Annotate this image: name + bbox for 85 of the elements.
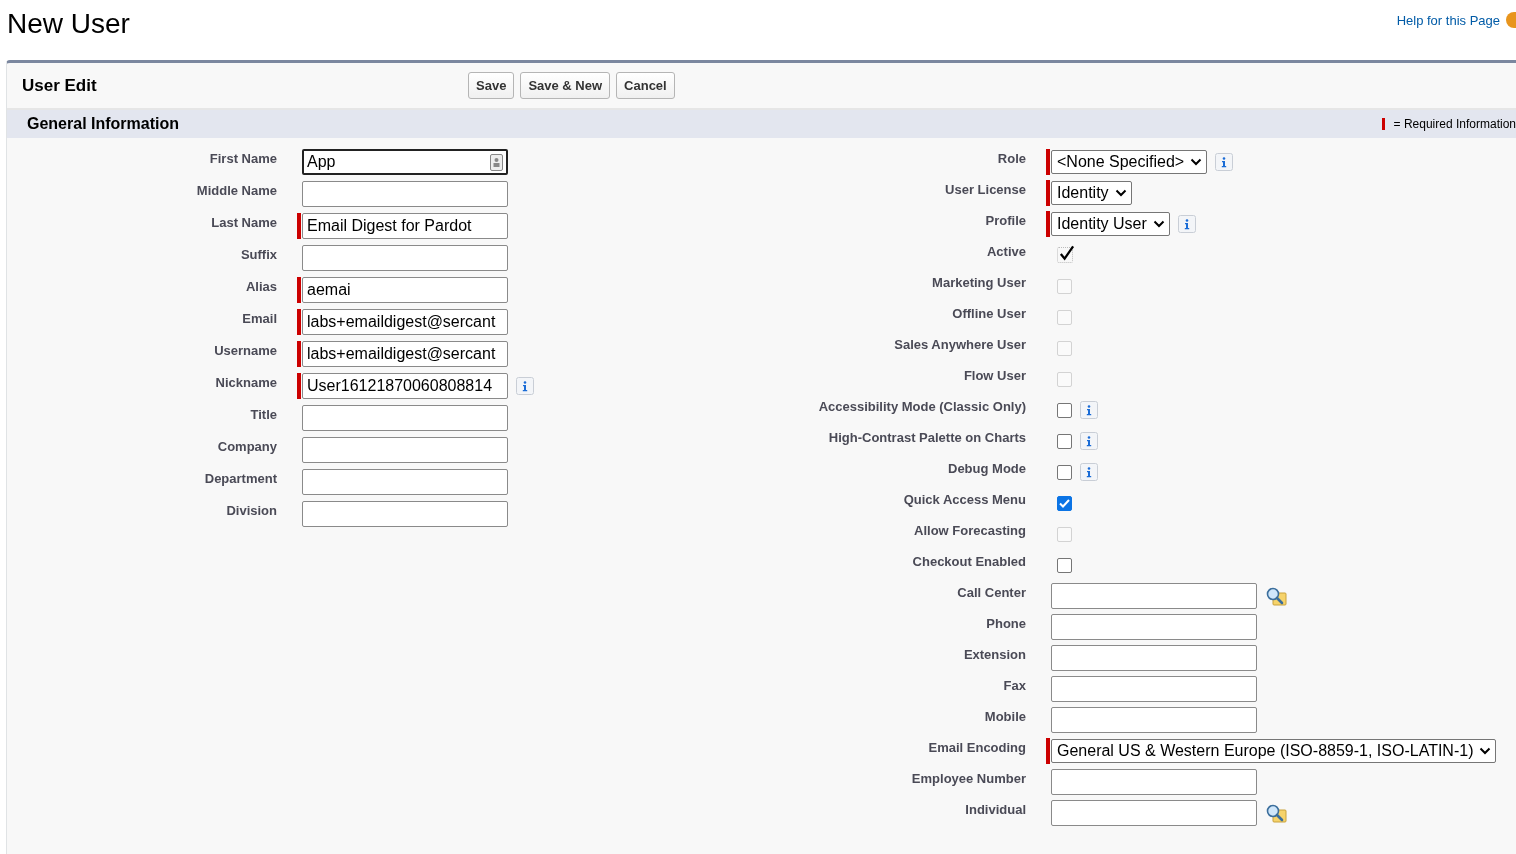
page-title: New User — [7, 8, 130, 40]
field-label: Division — [225, 502, 277, 518]
text-field[interactable] — [302, 469, 508, 495]
info-icon[interactable] — [1080, 401, 1098, 419]
info-icon[interactable] — [1080, 463, 1098, 481]
help-link[interactable]: Help for this Page — [1396, 12, 1500, 28]
text-field[interactable]: aemai — [302, 277, 508, 303]
text-field[interactable]: App — [302, 149, 508, 175]
chevron-icon — [1114, 189, 1127, 197]
dropdown[interactable]: Identity — [1051, 181, 1132, 205]
field-label: Email — [241, 310, 277, 326]
field-label: Username — [213, 342, 277, 358]
chevron-icon — [1479, 747, 1492, 755]
action-button[interactable]: Cancel — [616, 72, 675, 99]
checkbox[interactable] — [1057, 402, 1072, 418]
field-label: User License — [944, 181, 1026, 197]
field-label: Middle Name — [195, 182, 277, 198]
field-label: Phone — [985, 615, 1026, 631]
field-label: Title — [249, 406, 277, 422]
dropdown[interactable]: <None Specified> — [1051, 150, 1208, 174]
field-label: Profile — [984, 212, 1026, 228]
field-label: Checkout Enabled — [911, 553, 1026, 569]
required-legend: = Required Information — [1393, 117, 1516, 131]
field-label: Allow Forecasting — [913, 522, 1026, 538]
info-icon[interactable] — [1215, 153, 1234, 171]
field-label: Employee Number — [910, 770, 1026, 786]
checkbox[interactable] — [1057, 464, 1072, 480]
text-field[interactable] — [302, 437, 508, 463]
text-field[interactable]: User16121870060808814 — [302, 373, 508, 399]
checkbox[interactable] — [1057, 557, 1072, 573]
field-label: Last Name — [210, 214, 277, 230]
text-field[interactable] — [302, 181, 508, 207]
field-label: Individual — [964, 801, 1026, 817]
text-field[interactable]: labs+emaildigest@sercant — [302, 309, 508, 335]
text-field[interactable] — [302, 245, 508, 271]
info-icon[interactable] — [516, 377, 534, 395]
info-icon[interactable] — [1080, 432, 1098, 450]
field-label: Marketing User — [931, 274, 1026, 290]
field-label: Department — [203, 470, 277, 486]
field-label: Email Encoding — [927, 739, 1026, 755]
field-label: Call Center — [956, 584, 1026, 600]
field-label: Alias — [244, 278, 277, 294]
text-field[interactable]: labs+emaildigest@sercant — [302, 341, 508, 367]
field-label: Active — [985, 243, 1026, 259]
field-label: Debug Mode — [947, 460, 1026, 476]
field-label: Fax — [1002, 677, 1026, 693]
field-label: Mobile — [983, 708, 1026, 724]
text-field[interactable] — [1051, 676, 1257, 702]
text-field[interactable] — [1051, 583, 1257, 609]
text-field[interactable]: Email Digest for Pardot — [302, 213, 508, 239]
required-marker — [1381, 118, 1385, 130]
help-icon[interactable] — [1506, 12, 1516, 28]
text-field[interactable] — [1051, 645, 1257, 671]
text-field[interactable] — [302, 405, 508, 431]
panel-title: User Edit — [22, 75, 98, 96]
checkbox[interactable] — [1057, 433, 1072, 449]
action-button[interactable]: Save — [468, 72, 515, 99]
text-field[interactable] — [1051, 769, 1257, 795]
field-label: Accessibility Mode (Classic Only) — [817, 398, 1026, 414]
field-label: Company — [216, 438, 277, 454]
lookup-icon[interactable] — [1265, 586, 1287, 606]
text-field[interactable] — [1051, 614, 1257, 640]
field-label: Offline User — [951, 305, 1026, 321]
dropdown[interactable]: Identity User — [1051, 212, 1170, 236]
checkbox[interactable] — [1057, 495, 1072, 511]
contact-card-icon[interactable] — [490, 153, 503, 171]
text-field[interactable] — [1051, 707, 1257, 733]
text-field[interactable] — [302, 501, 508, 527]
info-icon[interactable] — [1177, 215, 1196, 233]
field-label: Suffix — [239, 246, 277, 262]
field-label: Role — [996, 150, 1026, 166]
text-field[interactable] — [1051, 800, 1257, 826]
chevron-icon — [1152, 220, 1165, 228]
field-label: Quick Access Menu — [902, 491, 1026, 507]
dropdown[interactable]: General US & Western Europe (ISO-8859-1, ISO-LATIN-1) — [1051, 739, 1497, 763]
action-button[interactable]: Save & New — [520, 72, 611, 99]
chevron-icon — [1190, 158, 1203, 166]
field-label: High-Contrast Palette on Charts — [827, 429, 1026, 445]
section-title: General Information — [27, 115, 180, 133]
field-label: First Name — [208, 150, 277, 166]
lookup-icon[interactable] — [1265, 803, 1287, 823]
field-label: Sales Anywhere User — [893, 336, 1026, 352]
field-label: Flow User — [962, 367, 1026, 383]
field-label: Nickname — [214, 374, 277, 390]
field-label: Extension — [962, 646, 1026, 662]
